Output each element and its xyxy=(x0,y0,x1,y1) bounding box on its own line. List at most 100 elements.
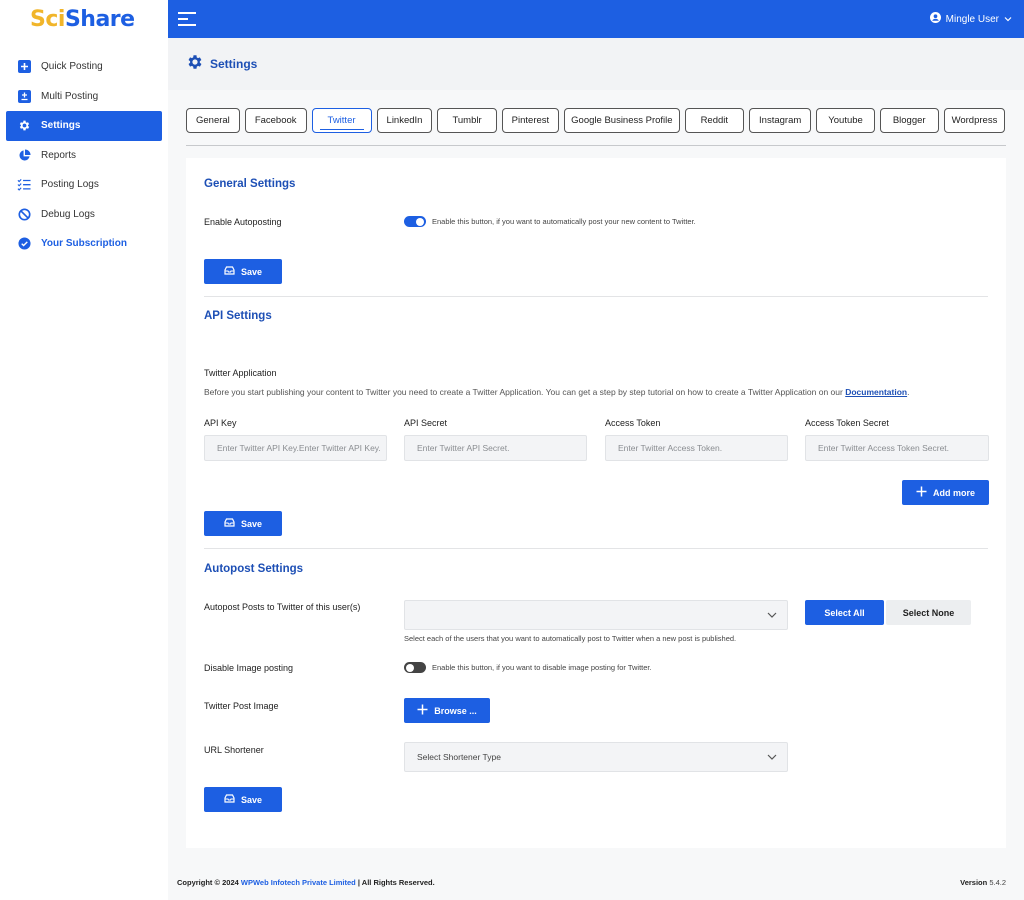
network-tabs: General Facebook Twitter LinkedIn Tumblr… xyxy=(186,108,1006,133)
tab-instagram[interactable]: Instagram xyxy=(749,108,812,133)
main-content: General Facebook Twitter LinkedIn Tumblr… xyxy=(168,90,1024,900)
url-shortener-label: URL Shortener xyxy=(204,745,264,755)
chevron-down-icon xyxy=(1004,14,1012,25)
save-inbox-icon xyxy=(224,266,235,277)
tab-linkedin[interactable]: LinkedIn xyxy=(376,108,433,133)
browse-label: Browse ... xyxy=(434,705,477,716)
tab-tumblr[interactable]: Tumblr xyxy=(437,108,497,133)
copyright-suffix: | All Rights Reserved. xyxy=(357,878,435,887)
browse-button[interactable]: Browse ... xyxy=(404,698,490,723)
sidebar-nav: Quick Posting Multi Posting Settings Rep… xyxy=(0,52,168,259)
page-title: Settings xyxy=(210,57,258,71)
autopost-save-button[interactable]: Save xyxy=(204,787,282,812)
gear-icon xyxy=(17,119,31,133)
twitter-post-image-label: Twitter Post Image xyxy=(204,701,279,711)
url-shortener-select[interactable]: Select Shortener Type xyxy=(404,742,788,772)
sidebar-item-settings[interactable]: Settings xyxy=(6,111,162,141)
user-menu[interactable]: Mingle User xyxy=(929,12,1012,26)
plus-icon xyxy=(916,486,927,499)
chevron-down-icon xyxy=(767,752,777,762)
section-divider xyxy=(204,548,988,549)
url-shortener-value: Select Shortener Type xyxy=(417,752,501,762)
page-header: Settings xyxy=(168,38,1024,90)
save-label: Save xyxy=(240,518,263,529)
version: Version 5.4.2 xyxy=(960,878,1006,887)
disable-image-posting-hint: Enable this button, if you want to disab… xyxy=(432,663,652,672)
api-description-suffix: . xyxy=(907,387,910,397)
access-token-label: Access Token xyxy=(605,418,661,428)
autopost-users-hint: Select each of the users that you want t… xyxy=(404,634,737,643)
section-divider xyxy=(204,296,988,297)
sidebar-item-quick-posting[interactable]: Quick Posting xyxy=(6,52,162,82)
api-secret-input[interactable]: Enter Twitter API Secret. xyxy=(404,435,587,461)
company-link[interactable]: WPWeb Infotech Private Limited xyxy=(241,878,356,887)
tab-google-business-profile[interactable]: Google Business Profile xyxy=(564,108,680,133)
access-token-secret-input[interactable]: Enter Twitter Access Token Secret. xyxy=(805,435,989,461)
logo-word-share: Share xyxy=(64,6,135,32)
tab-youtube[interactable]: Youtube xyxy=(816,108,875,133)
gear-icon xyxy=(186,53,204,76)
sidebar-item-label: Debug Logs xyxy=(41,208,95,220)
api-key-input[interactable]: Enter Twitter API Key.Enter Twitter API … xyxy=(204,435,387,461)
tab-pinterest[interactable]: Pinterest xyxy=(501,108,560,133)
add-more-label: Add more xyxy=(932,487,975,498)
check-badge-icon xyxy=(17,237,31,251)
sidebar-item-label: Posting Logs xyxy=(41,179,99,191)
api-description: Before you start publishing your content… xyxy=(204,387,909,397)
enable-autoposting-label: Enable Autoposting xyxy=(204,217,282,227)
copyright-prefix: Copyright © 2024 xyxy=(177,878,239,887)
user-circle-icon xyxy=(929,12,941,26)
tab-blogger[interactable]: Blogger xyxy=(879,108,939,133)
sidebar-item-label: Your Subscription xyxy=(41,238,127,250)
sidebar-item-debug-logs[interactable]: Debug Logs xyxy=(6,200,162,230)
autopost-settings-title: Autopost Settings xyxy=(204,563,304,575)
sidebar-item-multi-posting[interactable]: Multi Posting xyxy=(6,82,162,112)
sidebar-item-reports[interactable]: Reports xyxy=(6,141,162,171)
menu-toggle-icon[interactable] xyxy=(178,12,196,26)
top-bar: Mingle User xyxy=(168,0,1024,38)
disable-image-posting-label: Disable Image posting xyxy=(204,663,294,673)
sidebar-item-label: Reports xyxy=(41,149,77,161)
version-label: Version xyxy=(960,878,988,887)
documentation-link[interactable]: Documentation xyxy=(845,387,907,397)
select-all-button[interactable]: Select All xyxy=(805,600,884,625)
access-token-input[interactable]: Enter Twitter Access Token. xyxy=(605,435,788,461)
app-logo[interactable]: Sci Share xyxy=(0,0,168,38)
general-settings-title: General Settings xyxy=(204,178,296,190)
save-inbox-icon xyxy=(224,518,235,529)
sidebar: Sci Share Quick Posting Multi Posting Set… xyxy=(0,0,168,900)
version-value: 5.4.2 xyxy=(989,878,1006,887)
plus-minus-icon xyxy=(17,89,31,103)
tab-wordpress[interactable]: Wordpress xyxy=(943,108,1006,133)
tab-twitter[interactable]: Twitter xyxy=(311,108,372,133)
logo-letter-s: S xyxy=(30,6,46,32)
general-save-button[interactable]: Save xyxy=(204,259,282,284)
plus-square-icon xyxy=(17,60,31,74)
enable-autoposting-hint: Enable this button, if you want to autom… xyxy=(432,217,696,226)
disable-image-posting-toggle[interactable] xyxy=(404,662,426,673)
sidebar-item-your-subscription[interactable]: Your Subscription xyxy=(6,229,162,259)
autopost-users-select[interactable] xyxy=(404,600,788,630)
select-none-button[interactable]: Select None xyxy=(886,600,971,625)
sidebar-item-label: Quick Posting xyxy=(41,61,103,73)
save-label: Save xyxy=(240,266,263,277)
sidebar-item-label: Multi Posting xyxy=(41,90,99,102)
tab-general[interactable]: General xyxy=(186,108,240,133)
footer: Copyright © 2024 WPWeb Infotech Private … xyxy=(168,878,1024,887)
save-label: Save xyxy=(240,794,263,805)
sidebar-item-posting-logs[interactable]: Posting Logs xyxy=(6,170,162,200)
api-save-button[interactable]: Save xyxy=(204,511,282,536)
tab-reddit[interactable]: Reddit xyxy=(684,108,745,133)
access-token-secret-label: Access Token Secret xyxy=(805,418,889,428)
chevron-down-icon xyxy=(767,610,777,620)
api-key-label: API Key xyxy=(204,418,237,428)
api-description-text: Before you start publishing your content… xyxy=(204,387,843,397)
sidebar-item-label: Settings xyxy=(41,120,81,132)
api-settings-title: API Settings xyxy=(204,310,272,322)
tab-facebook[interactable]: Facebook xyxy=(244,108,307,133)
plus-icon xyxy=(417,704,428,717)
enable-autoposting-toggle[interactable] xyxy=(404,216,426,227)
ban-icon xyxy=(17,207,31,221)
save-inbox-icon xyxy=(224,794,235,805)
add-more-button[interactable]: Add more xyxy=(902,480,989,505)
